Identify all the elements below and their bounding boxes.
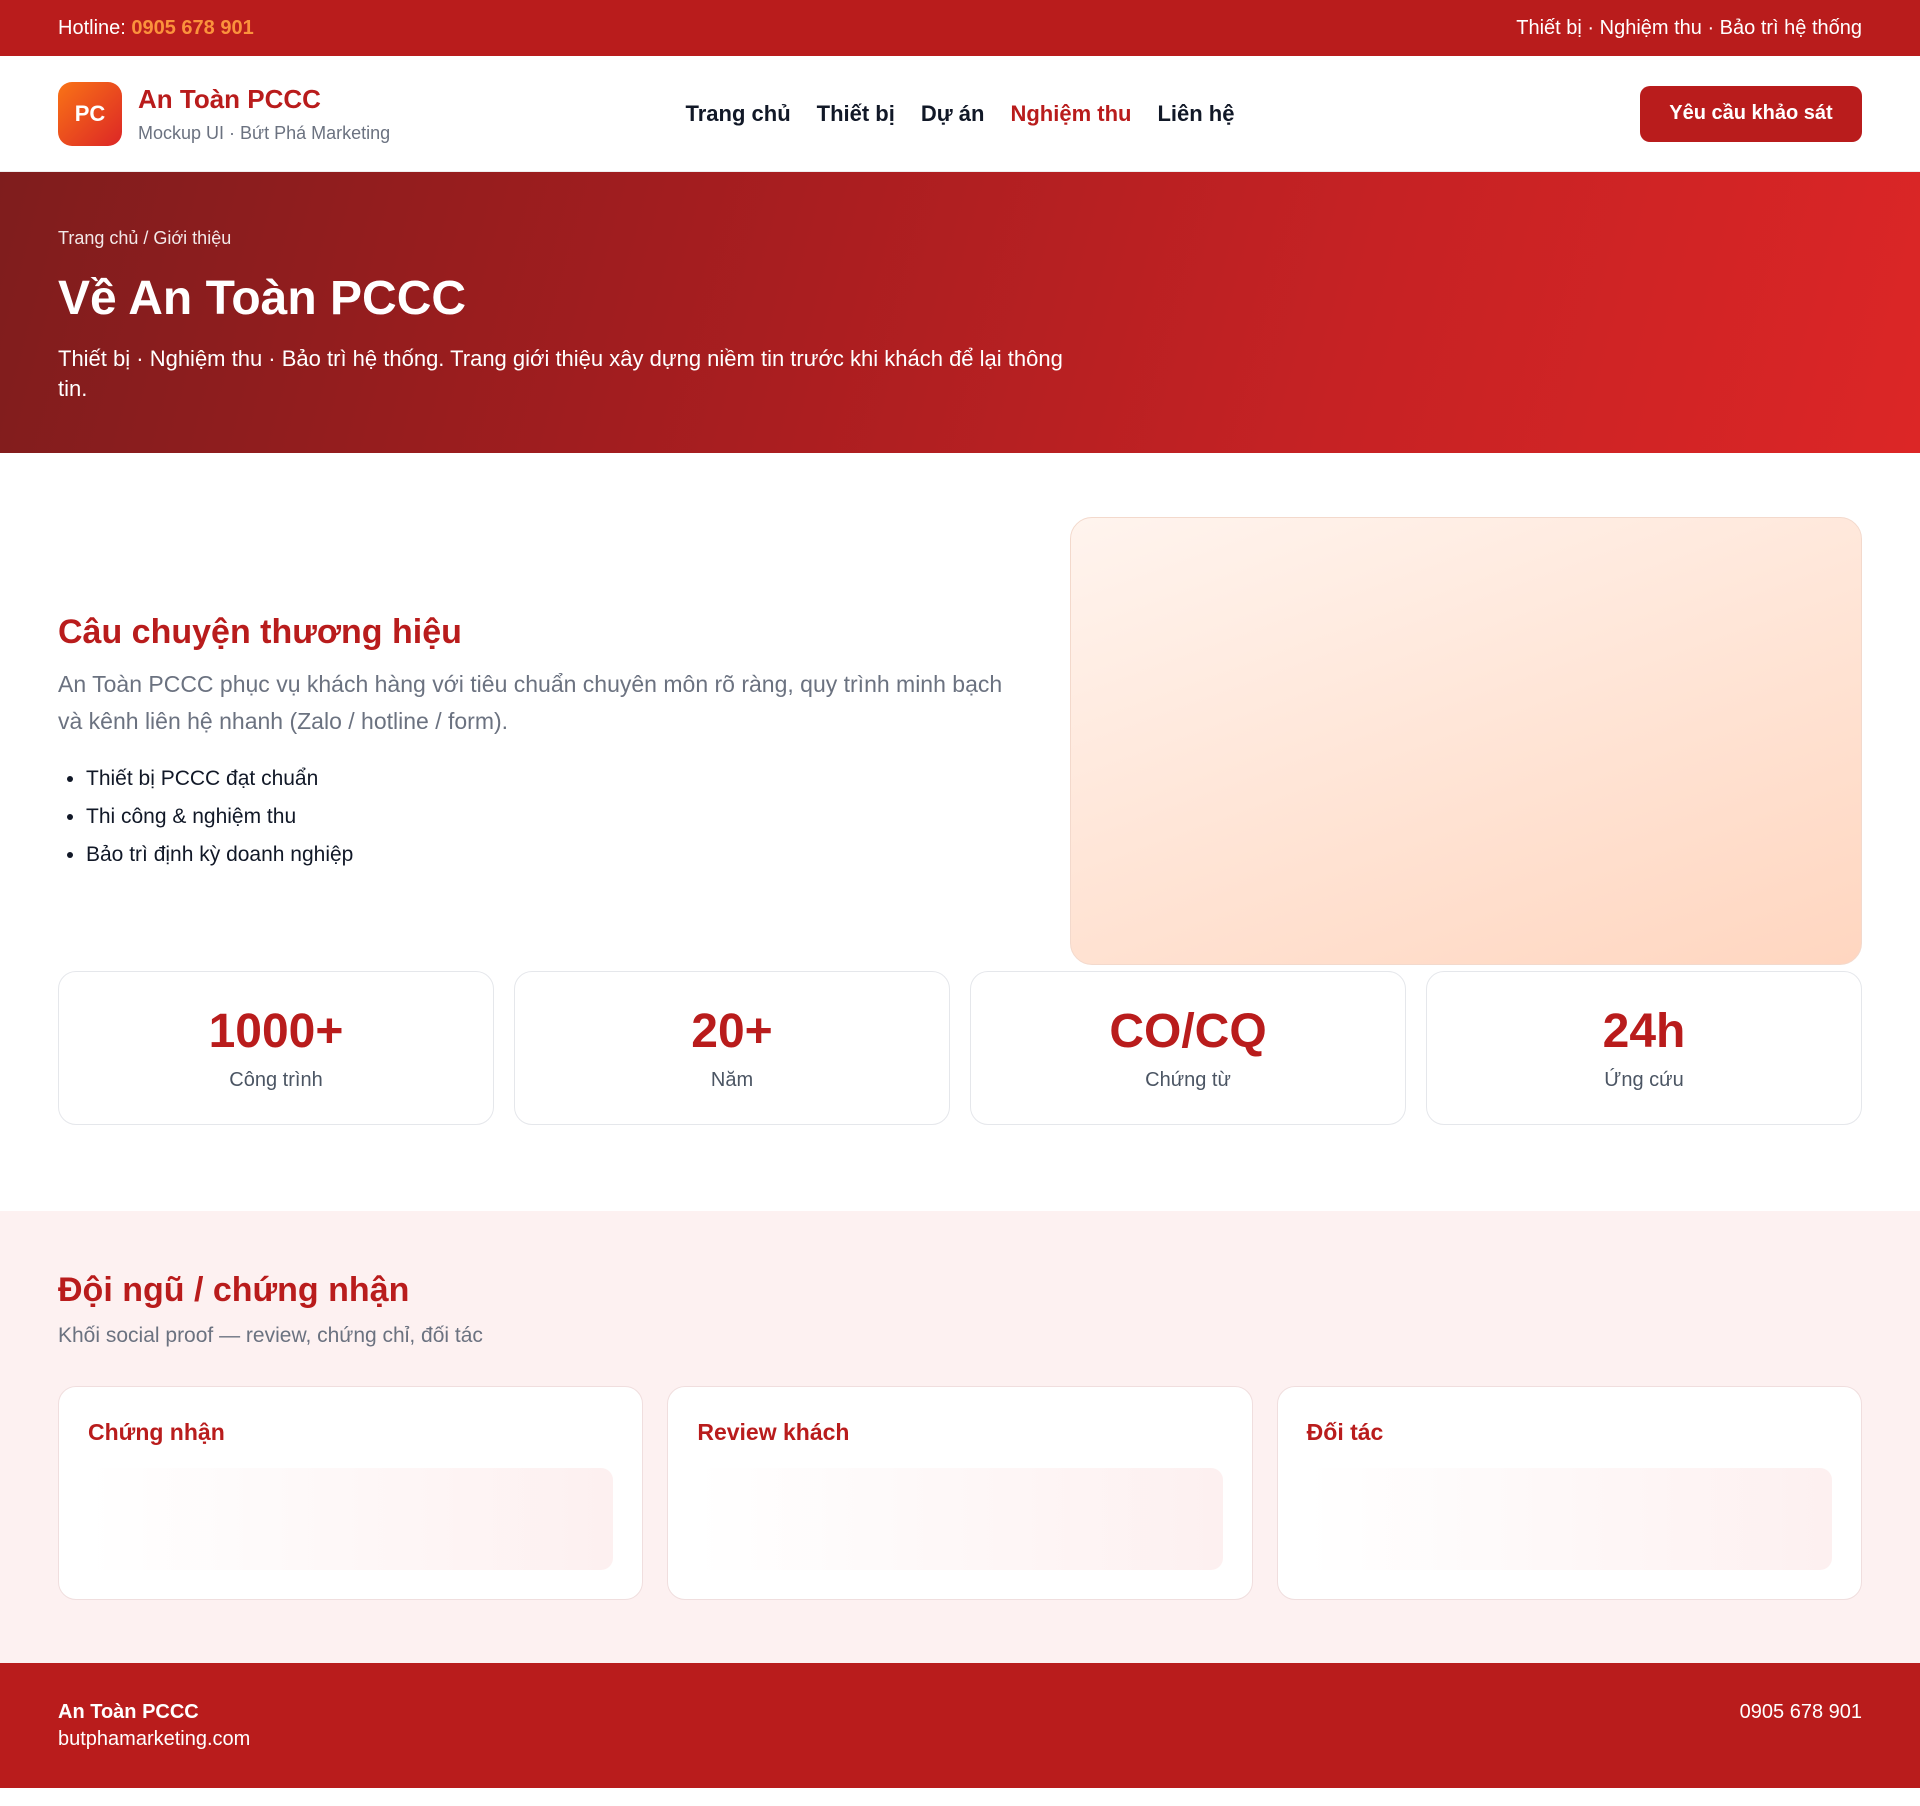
story-bullets: Thiết bị PCCC đạt chuẩn Thi công & nghiệ… xyxy=(58,760,1018,874)
top-tagline: Thiết bị · Nghiệm thu · Bảo trì hệ thống xyxy=(1516,16,1862,39)
stat-card: 20+ Năm xyxy=(514,971,950,1125)
stat-card: 24h Ứng cứu xyxy=(1426,971,1862,1125)
certification-card: Chứng nhận xyxy=(58,1386,644,1600)
main-nav: Trang chủ Thiết bị Dự án Nghiệm thu Liên… xyxy=(686,101,1235,127)
review-card: Review khách xyxy=(667,1386,1253,1600)
list-item: Bảo trì định kỳ doanh nghiệp xyxy=(86,836,1018,874)
team-title: Đội ngũ / chứng nhận xyxy=(58,1271,410,1309)
footer-brand: An Toàn PCCC xyxy=(58,1701,199,1723)
brand-story-section: Câu chuyện thương hiệu An Toàn PCCC phục… xyxy=(0,453,1920,971)
stat-value: CO/CQ xyxy=(1109,1005,1267,1058)
hotline-label: Hotline: xyxy=(58,16,126,39)
page-title: Về An Toàn PCCC xyxy=(58,272,467,325)
top-bar: Hotline: 0905 678 901 Thiết bị · Nghiệm … xyxy=(0,0,1920,56)
stats-row: 1000+ Công trình 20+ Năm CO/CQ Chứng từ … xyxy=(0,971,1920,1211)
nav-home[interactable]: Trang chủ xyxy=(686,101,791,127)
list-item: Thiết bị PCCC đạt chuẩn xyxy=(86,760,1018,798)
nav-equipment[interactable]: Thiết bị xyxy=(817,101,895,127)
story-image-placeholder xyxy=(1070,517,1862,965)
stat-value: 1000+ xyxy=(208,1005,344,1058)
brand[interactable]: PC An Toàn PCCC Mockup UI · Bứt Phá Mark… xyxy=(58,81,458,146)
footer-phone[interactable]: 0905 678 901 xyxy=(1740,1701,1862,1788)
stat-card: 1000+ Công trình xyxy=(58,971,494,1125)
breadcrumb[interactable]: Trang chủ / Giới thiệu xyxy=(58,228,1862,249)
story-title: Câu chuyện thương hiệu xyxy=(58,613,462,651)
card-placeholder xyxy=(88,1468,614,1570)
nav-acceptance[interactable]: Nghiệm thu xyxy=(1010,101,1131,127)
stat-label: Năm xyxy=(710,1069,754,1091)
nav-projects[interactable]: Dự án xyxy=(921,101,985,127)
logo: PC xyxy=(58,81,122,146)
brand-subtitle: Mockup UI · Bứt Phá Marketing xyxy=(138,122,391,143)
team-section: Đội ngũ / chứng nhận Khối social proof —… xyxy=(0,1211,1920,1663)
stat-value: 24h xyxy=(1602,1005,1686,1058)
hero-description: Thiết bị · Nghiệm thu · Bảo trì hệ thống… xyxy=(58,346,1063,401)
hotline-number[interactable]: 0905 678 901 xyxy=(131,17,253,39)
footer-website[interactable]: butphamarketing.com xyxy=(58,1728,250,1751)
card-title: Review khách xyxy=(697,1419,850,1445)
hotline: Hotline: 0905 678 901 xyxy=(58,17,254,40)
list-item: Thi công & nghiệm thu xyxy=(86,798,1018,836)
card-title: Đối tác xyxy=(1306,1419,1384,1445)
hero-banner: Trang chủ / Giới thiệu Về An Toàn PCCC T… xyxy=(0,172,1920,453)
card-placeholder xyxy=(1306,1468,1832,1570)
stat-card: CO/CQ Chứng từ xyxy=(970,971,1406,1125)
story-description: An Toàn PCCC phục vụ khách hàng với tiêu… xyxy=(58,671,1003,734)
stat-value: 20+ xyxy=(691,1005,773,1058)
team-subtitle: Khối social proof — review, chứng chỉ, đ… xyxy=(58,1324,483,1347)
stat-label: Công trình xyxy=(229,1069,323,1091)
partner-card: Đối tác xyxy=(1276,1386,1862,1600)
stat-label: Chứng từ xyxy=(1145,1069,1231,1091)
site-header: PC An Toàn PCCC Mockup UI · Bứt Phá Mark… xyxy=(0,56,1920,172)
site-footer: An Toàn PCCC butphamarketing.com 0905 67… xyxy=(0,1663,1920,1788)
card-placeholder xyxy=(697,1468,1223,1570)
stat-label: Ứng cứu xyxy=(1604,1069,1684,1091)
nav-contact[interactable]: Liên hệ xyxy=(1157,101,1234,127)
brand-name: An Toàn PCCC xyxy=(138,83,321,114)
request-survey-button[interactable]: Yêu cầu khảo sát xyxy=(1640,85,1862,142)
card-title: Chứng nhận xyxy=(88,1419,225,1445)
